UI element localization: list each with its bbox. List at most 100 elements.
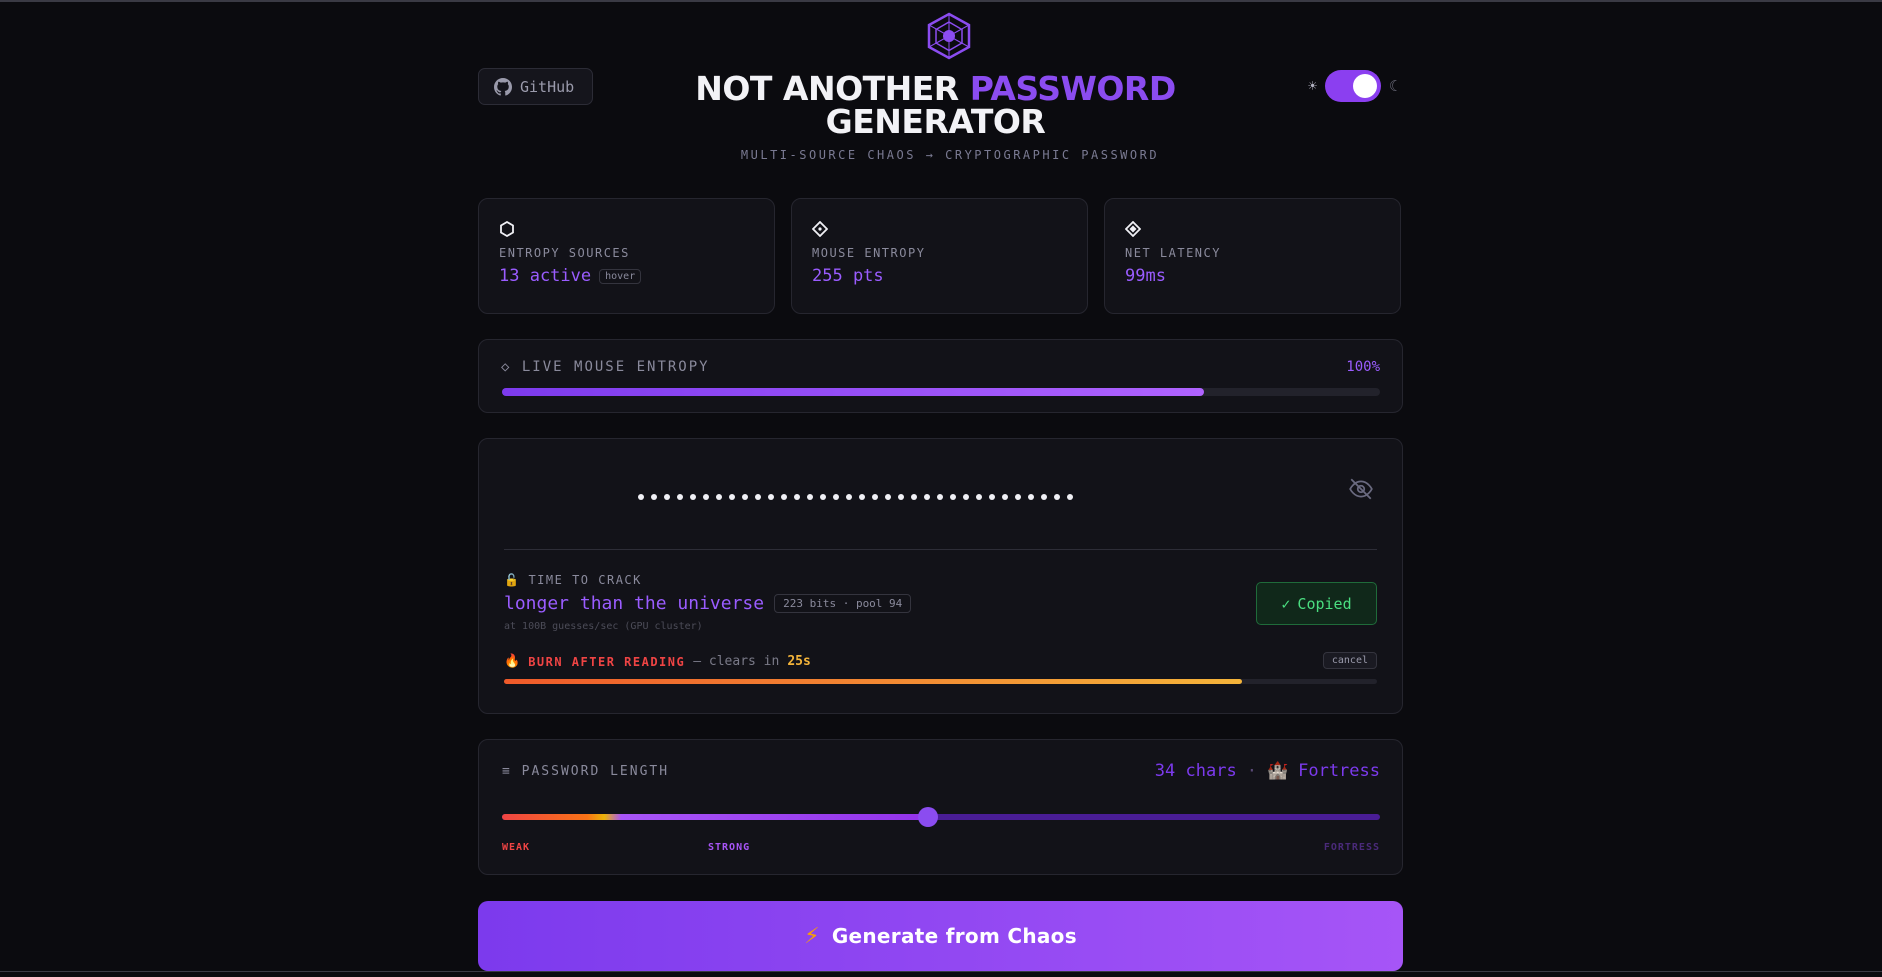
password-dot — [820, 494, 826, 500]
password-dot — [872, 494, 878, 500]
generate-button[interactable]: ⚡ Generate from Chaos — [478, 901, 1403, 971]
live-entropy-track — [502, 388, 1380, 396]
cancel-burn-button[interactable]: cancel — [1322, 652, 1377, 669]
burn-title: BURN AFTER READING — [528, 654, 686, 669]
burn-progress-track — [504, 679, 1377, 684]
burn-text: — clears in — [693, 654, 780, 669]
length-title: ≡ PASSWORD LENGTH — [502, 764, 669, 779]
hexagon-logo-icon — [927, 12, 971, 60]
lightning-icon: ⚡ — [804, 923, 820, 949]
password-dot — [989, 494, 995, 500]
stat-card-mouse-entropy: MOUSE ENTROPY 255 pts — [791, 198, 1088, 314]
window-top-border — [0, 0, 1882, 2]
stat-value: 255 pts — [812, 266, 884, 286]
hexagon-icon — [500, 221, 514, 237]
password-dot — [1054, 494, 1060, 500]
scale-strong: STRONG — [708, 842, 751, 853]
password-dot — [768, 494, 774, 500]
password-dot — [1015, 494, 1021, 500]
password-dot — [885, 494, 891, 500]
slider-thumb[interactable] — [917, 807, 938, 827]
password-dot — [742, 494, 748, 500]
stat-label: MOUSE ENTROPY — [812, 246, 926, 260]
password-dot — [1067, 494, 1073, 500]
password-dot — [664, 494, 670, 500]
copy-label: Copied — [1297, 594, 1352, 613]
burn-after-reading: 🔥 BURN AFTER READING — clears in 25s — [504, 654, 811, 669]
password-dot — [937, 494, 943, 500]
burn-countdown: 25s — [787, 654, 811, 669]
length-chars: 34 chars — [1154, 761, 1237, 781]
diamond-small-icon: ◇ — [501, 359, 512, 375]
password-dot — [651, 494, 657, 500]
password-dot — [690, 494, 696, 500]
password-dot — [846, 494, 852, 500]
length-readout: 34 chars · 🏰 Fortress — [1155, 761, 1380, 781]
live-entropy-title: ◇ LIVE MOUSE ENTROPY — [501, 359, 1380, 375]
ttc-value-text: longer than the universe — [504, 593, 765, 614]
stat-value: 13 active hover — [499, 266, 754, 286]
password-dot — [794, 494, 800, 500]
time-to-crack-value: longer than the universe 223 bits · pool… — [504, 593, 912, 614]
title-part2: GENERATOR — [825, 102, 1046, 141]
github-button[interactable]: GitHub — [478, 68, 593, 105]
github-icon — [494, 77, 512, 96]
live-entropy-fill — [502, 388, 1205, 396]
length-slider[interactable] — [502, 807, 1380, 827]
stat-card-net-latency: NET LATENCY 99ms — [1104, 198, 1401, 314]
length-label: PASSWORD LENGTH — [521, 764, 670, 779]
masked-password[interactable] — [638, 494, 1073, 500]
moon-icon: ☾ — [1389, 77, 1399, 95]
password-dot — [859, 494, 865, 500]
diamond-filled-icon — [1125, 221, 1141, 237]
github-label: GitHub — [520, 77, 575, 96]
lock-icon: 🔓 — [504, 573, 521, 587]
toggle-knob — [1353, 74, 1378, 98]
guess-rate-note: at 100B guesses/sec (GPU cluster) — [504, 621, 703, 632]
stat-label: NET LATENCY — [1125, 246, 1221, 260]
live-entropy-label: LIVE MOUSE ENTROPY — [521, 359, 710, 375]
hover-badge: hover — [599, 268, 642, 284]
page-subtitle: MULTI-SOURCE CHAOS → CRYPTOGRAPHIC PASSW… — [740, 148, 1160, 162]
ttc-label-text: TIME TO CRACK — [528, 573, 642, 587]
time-to-crack-label: 🔓 TIME TO CRACK — [504, 573, 642, 587]
password-dot — [781, 494, 787, 500]
length-tier: Fortress — [1298, 761, 1380, 781]
password-dot — [898, 494, 904, 500]
password-dot — [677, 494, 683, 500]
generate-label: Generate from Chaos — [831, 924, 1077, 948]
password-dot — [1002, 494, 1008, 500]
password-dot — [638, 494, 644, 500]
copy-button[interactable]: ✓ Copied — [1256, 582, 1377, 625]
password-dot — [729, 494, 735, 500]
slider-fill — [502, 814, 928, 820]
scale-fortress: FORTRESS — [1323, 842, 1380, 853]
stat-card-entropy-sources[interactable]: ENTROPY SOURCES 13 active hover — [478, 198, 775, 314]
window-bottom-border — [0, 971, 1882, 972]
password-dot — [911, 494, 917, 500]
sun-icon: ☀ — [1308, 77, 1318, 95]
theme-toggle[interactable] — [1325, 70, 1382, 102]
check-icon: ✓ — [1281, 594, 1291, 613]
password-dot — [950, 494, 956, 500]
divider — [504, 549, 1377, 550]
eye-off-icon[interactable] — [1348, 476, 1374, 502]
diamond-outline-icon — [812, 221, 828, 237]
password-dot — [976, 494, 982, 500]
stat-value-text: 13 active — [499, 266, 592, 286]
password-dot — [924, 494, 930, 500]
page-title: NOT ANOTHER PASSWORD GENERATOR — [598, 72, 1273, 138]
fire-icon: 🔥 — [504, 654, 521, 669]
theme-switcher: ☀ ☾ — [1308, 70, 1398, 102]
password-dot — [807, 494, 813, 500]
live-mouse-entropy-panel: ◇ LIVE MOUSE ENTROPY 100% — [478, 339, 1403, 413]
password-panel: 🔓 TIME TO CRACK longer than the universe… — [478, 438, 1403, 714]
password-dot — [716, 494, 722, 500]
lines-icon: ≡ — [502, 764, 512, 779]
stat-value: 99ms — [1125, 266, 1166, 286]
separator: · — [1246, 761, 1257, 781]
password-dot — [1041, 494, 1047, 500]
live-entropy-percent: 100% — [1346, 359, 1380, 375]
stat-label: ENTROPY SOURCES — [499, 246, 630, 260]
scale-weak: WEAK — [502, 842, 531, 853]
